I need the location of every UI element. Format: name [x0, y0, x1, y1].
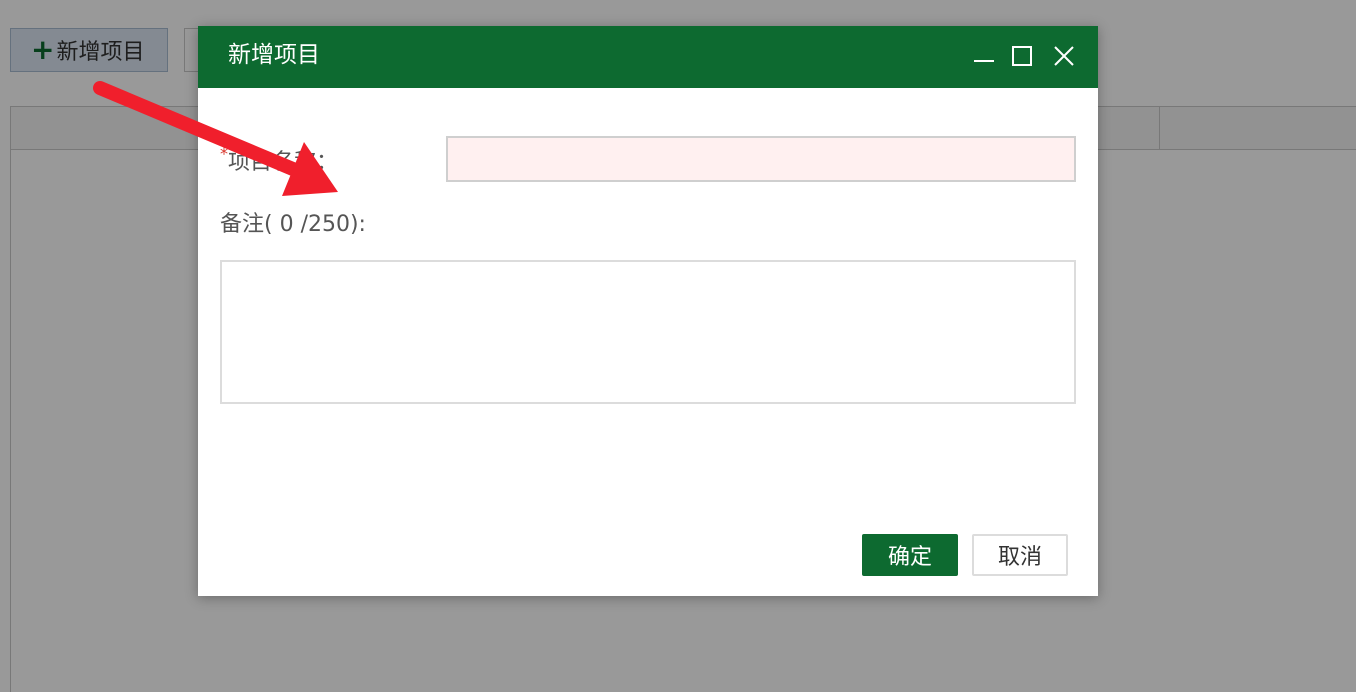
- remark-textarea[interactable]: [220, 260, 1076, 404]
- cancel-button[interactable]: 取消: [972, 534, 1068, 576]
- remark-label: 备注( 0 /250):: [220, 212, 366, 237]
- project-name-label: *项目名称：: [220, 144, 338, 176]
- project-name-label-text: 项目名称：: [228, 150, 339, 175]
- dialog-title: 新增项目: [228, 42, 320, 68]
- confirm-button[interactable]: 确定: [862, 534, 958, 576]
- page: + 新增项目 新增项目 *项目名称： 备注(0 /250): 确定 取消: [0, 0, 1356, 692]
- add-project-dialog: 新增项目 *项目名称： 备注( 0 /250): 确定 取消: [198, 26, 1098, 596]
- required-mark: *: [220, 144, 228, 163]
- project-name-input[interactable]: [446, 136, 1076, 182]
- minimize-icon[interactable]: [972, 44, 996, 68]
- maximize-icon[interactable]: [1010, 44, 1034, 68]
- dialog-header: 新增项目: [198, 26, 1098, 88]
- close-icon[interactable]: [1052, 44, 1076, 68]
